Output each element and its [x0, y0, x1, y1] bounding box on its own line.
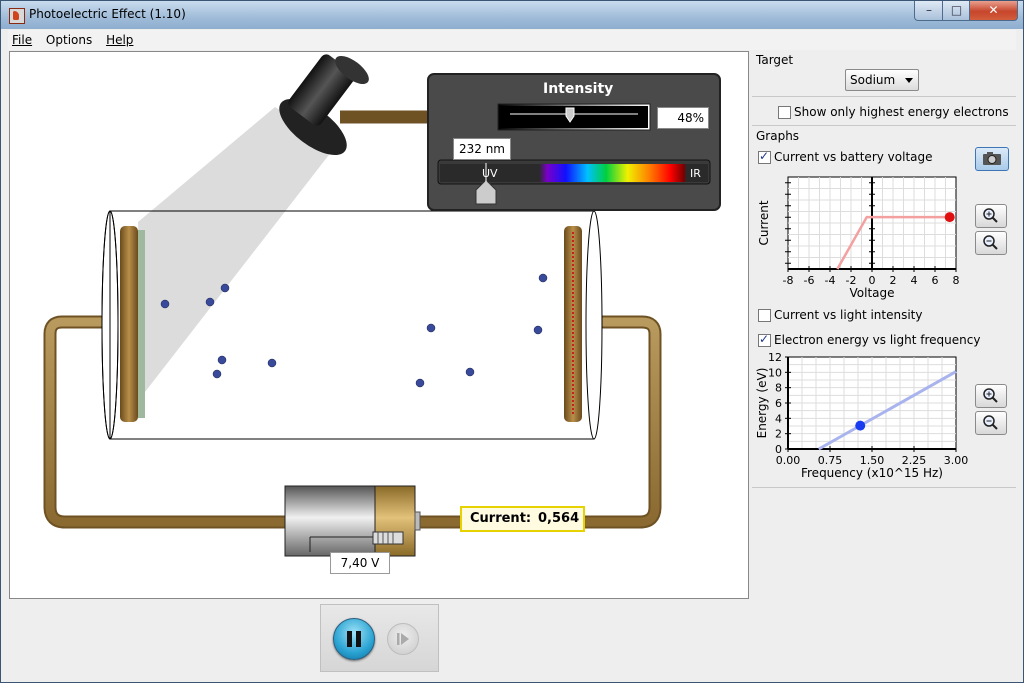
step-button[interactable]	[387, 623, 419, 655]
chevron-down-icon	[905, 78, 913, 83]
energy-vs-frequency-chart: 0246810120.00 0.75 1.50 2.25 3.00Frequency (…	[755, 351, 969, 480]
electron	[217, 355, 227, 365]
y-tick-label: 6	[775, 397, 782, 410]
electron	[267, 358, 277, 368]
y-tick-label: 4	[775, 412, 782, 425]
battery-voltage-field[interactable]: 7,40 V	[330, 552, 390, 574]
java-app-icon	[9, 8, 25, 24]
zoom-out-icon	[983, 235, 998, 250]
current-vs-voltage-chart: -8 -6 -4 -2 0 2 4 6 8VoltageCurrent	[757, 176, 960, 300]
x-tick-label: 8	[953, 274, 960, 287]
x-tick-label: -6	[804, 274, 815, 287]
y-tick-label: 2	[775, 428, 782, 441]
menu-options[interactable]: Options	[46, 30, 92, 50]
graphs-title: Graphs	[756, 129, 800, 143]
zoom-out-icon	[983, 415, 998, 430]
current-readout: Current: 0,564	[460, 506, 585, 532]
x-tick-label: -8	[783, 274, 794, 287]
x-tick-label: 6	[932, 274, 939, 287]
menu-bar: File Options Help	[8, 30, 1016, 50]
control-panel: Target Sodium Show only highest energy e…	[750, 51, 1018, 491]
pause-icon-bar	[356, 631, 361, 647]
graph2-label: Current vs light intensity	[774, 308, 923, 322]
electron	[220, 283, 230, 293]
menu-file[interactable]: File	[12, 30, 32, 50]
close-button[interactable]: ✕	[969, 1, 1018, 21]
graph1-label: Current vs battery voltage	[774, 150, 933, 164]
snapshot-button[interactable]	[975, 147, 1009, 171]
graph2-checkbox[interactable]	[758, 309, 771, 322]
window-title: Photoelectric Effect (1.10)	[29, 7, 186, 21]
pause-icon	[347, 631, 352, 647]
target-coating	[138, 230, 145, 418]
x-axis-label: Voltage	[849, 286, 894, 300]
intensity-value-field[interactable]: 48%	[657, 107, 709, 129]
step-forward-icon	[397, 633, 409, 645]
x-axis-label: Frequency (x10^15 Hz)	[801, 466, 943, 480]
emitter-plate	[120, 226, 138, 422]
intensity-title: Intensity	[543, 81, 614, 97]
x-tick-label: 3.00	[944, 454, 969, 467]
electron	[538, 273, 548, 283]
electron	[533, 325, 543, 335]
zoom-in-icon	[983, 208, 998, 223]
graph1-checkbox[interactable]	[758, 149, 771, 164]
x-tick-label: 0.00	[776, 454, 801, 467]
target-title: Target	[756, 53, 794, 67]
target-selected: Sodium	[850, 73, 896, 87]
current-label: Current:	[470, 511, 532, 526]
zoom-in-icon	[983, 388, 998, 403]
show-highest-label: Show only highest energy electrons	[794, 105, 1009, 119]
camera-icon	[983, 152, 1001, 165]
target-dropdown[interactable]: Sodium	[845, 69, 919, 91]
playback-controls	[320, 604, 439, 672]
battery	[284, 485, 421, 557]
app-window: Photoelectric Effect (1.10) – □ ✕ File O…	[0, 0, 1024, 683]
graph3-label: Electron energy vs light frequency	[774, 333, 981, 347]
spectrum-uv-label: UV	[482, 167, 498, 180]
simulation-scene	[43, 54, 721, 557]
electron	[205, 297, 215, 307]
y-tick-label: 8	[775, 382, 782, 395]
electron	[415, 378, 425, 388]
electron	[212, 369, 222, 379]
electron	[465, 367, 475, 377]
divider	[752, 125, 1016, 126]
graph3-checkbox[interactable]	[758, 332, 771, 347]
pause-button[interactable]	[333, 618, 375, 660]
show-highest-checkbox[interactable]	[778, 106, 791, 119]
divider	[752, 487, 1016, 488]
divider	[752, 96, 1016, 97]
electron	[426, 323, 436, 333]
title-bar[interactable]: Photoelectric Effect (1.10) – □ ✕	[1, 1, 1023, 29]
current-value: 0,564	[538, 511, 580, 526]
y-tick-label: 12	[768, 351, 782, 364]
wavelength-value-field[interactable]: 232 nm	[453, 138, 511, 160]
spectrum-ir-label: IR	[690, 167, 701, 180]
y-axis-label: Current	[757, 200, 771, 245]
electron	[160, 299, 170, 309]
simulation-canvas: Intensity 48% 232 nm UV IR Current: 0,56…	[9, 51, 749, 599]
y-axis-label: Energy (eV)	[755, 368, 769, 439]
graph1-zoom-out-button[interactable]	[975, 231, 1007, 255]
y-tick-label: 10	[768, 366, 782, 379]
current-marker	[944, 212, 955, 223]
graph1-zoom-in-button[interactable]	[975, 204, 1007, 228]
x-tick-label: 4	[911, 274, 918, 287]
maximize-button[interactable]: □	[942, 1, 971, 21]
vacuum-tube	[101, 210, 603, 440]
graph3-zoom-out-button[interactable]	[975, 411, 1007, 435]
minimize-button[interactable]: –	[914, 1, 944, 21]
menu-help[interactable]: Help	[106, 30, 133, 50]
energy-marker	[855, 420, 866, 431]
graph3-zoom-in-button[interactable]	[975, 384, 1007, 408]
x-tick-label: -4	[825, 274, 836, 287]
